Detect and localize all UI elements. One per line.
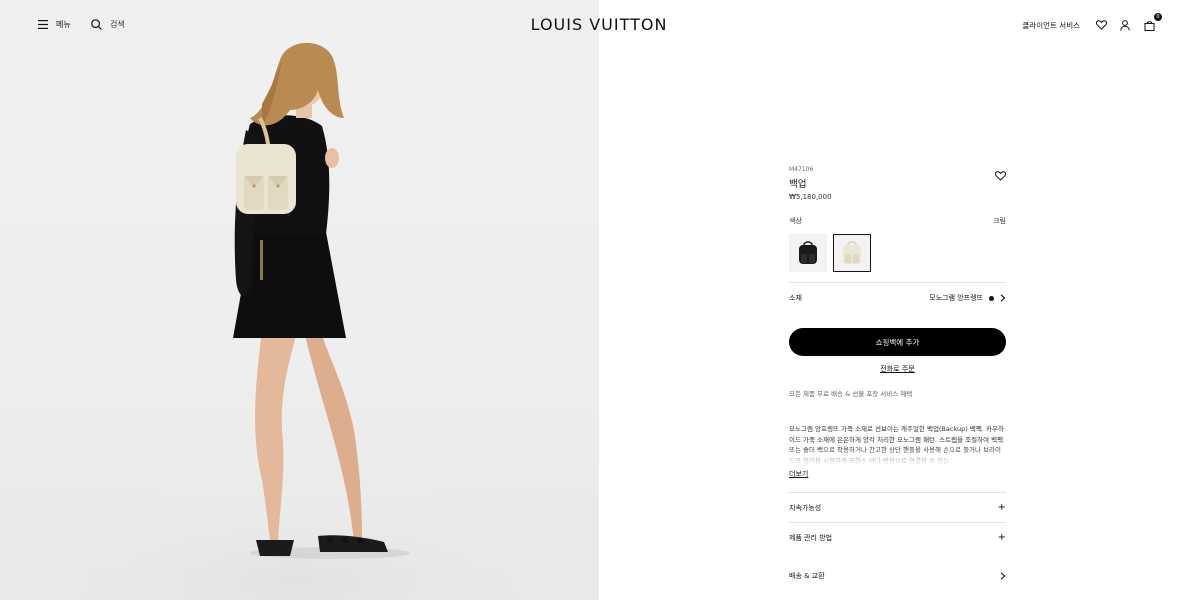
chevron-right-icon — [1000, 294, 1006, 302]
accordion-sustainability[interactable]: 지속가능성 + — [789, 492, 1006, 522]
chevron-right-icon — [1000, 572, 1006, 580]
user-icon — [1120, 19, 1130, 31]
shipping-label: 배송 & 교환 — [789, 572, 825, 580]
model-illustration — [0, 42, 599, 600]
material-selector[interactable]: 소재 모노그램 앙프렝뜨 — [789, 283, 1006, 313]
product-wishlist-button[interactable] — [994, 166, 1007, 185]
material-label: 소재 — [789, 294, 802, 302]
search-button[interactable]: 검색 — [91, 19, 125, 30]
material-value-group: 모노그램 앙프렝뜨 — [929, 293, 1006, 303]
product-hero-image — [0, 0, 599, 600]
swatch-cream[interactable] — [833, 234, 871, 272]
header-actions: 클라이언트 서비스 0 — [1022, 13, 1162, 32]
accordion-label: 지속가능성 — [789, 503, 822, 512]
shopping-bag-icon — [1144, 20, 1154, 31]
plus-icon: + — [997, 532, 1006, 543]
product-details-panel: M47106 백업 ₩5,180,000 색상 크림 소재 모노그램 앙프렝뜨 … — [789, 166, 1007, 586]
material-value: 모노그램 앙프렝뜨 — [929, 294, 983, 302]
cream-backpack-thumbnail — [843, 241, 861, 264]
swatch-black[interactable] — [789, 234, 827, 272]
color-swatches — [789, 234, 1006, 272]
add-to-bag-button[interactable]: 쇼핑백에 추가 — [789, 328, 1006, 356]
shipping-returns-link[interactable]: 배송 & 교환 — [789, 566, 1006, 586]
heart-icon — [994, 171, 1007, 181]
search-label: 검색 — [110, 20, 125, 29]
product-description: 모노그램 앙프렝뜨 가죽 소재로 선보이는 캐주얼한 백업(Backup) 백팩… — [789, 424, 1006, 466]
brand-logo[interactable]: LOUIS VUITTON — [529, 15, 669, 34]
hamburger-icon — [38, 20, 48, 29]
product-sku: M47106 — [789, 166, 814, 173]
accordion-care[interactable]: 제품 관리 방법 + — [789, 522, 1006, 552]
color-label: 색상 — [789, 217, 802, 225]
cart-button[interactable]: 0 — [1142, 13, 1162, 32]
read-more-link[interactable]: 더보기 — [789, 469, 1006, 479]
accordion-label: 제품 관리 방법 — [789, 533, 833, 542]
benefit-text: 모든 제품 무료 배송 & 선물 포장 서비스 혜택 — [789, 390, 913, 398]
selected-color-name: 크림 — [993, 217, 1006, 225]
product-price: ₩5,180,000 — [789, 193, 832, 201]
material-color-dot — [989, 295, 994, 301]
heart-icon — [1095, 20, 1107, 30]
accordion-list: 지속가능성 + 제품 관리 방법 + 배송 & 교환 — [789, 492, 1006, 586]
client-service-link[interactable]: 클라이언트 서비스 — [1022, 20, 1080, 31]
account-button[interactable] — [1118, 18, 1132, 32]
wishlist-button[interactable] — [1094, 18, 1108, 32]
cart-count-badge: 0 — [1154, 13, 1162, 21]
menu-button[interactable]: 메뉴 — [38, 19, 71, 30]
color-row: 색상 크림 — [789, 216, 1006, 226]
plus-icon: + — [997, 502, 1006, 513]
product-name: 백업 — [789, 179, 807, 190]
menu-label: 메뉴 — [56, 20, 71, 29]
black-backpack-thumbnail — [799, 241, 817, 264]
site-header: 메뉴 검색 LOUIS VUITTON 클라이언트 서비스 0 — [0, 0, 1200, 52]
search-icon — [91, 19, 102, 30]
phone-order-link[interactable]: 전화로 주문 — [789, 364, 1006, 374]
